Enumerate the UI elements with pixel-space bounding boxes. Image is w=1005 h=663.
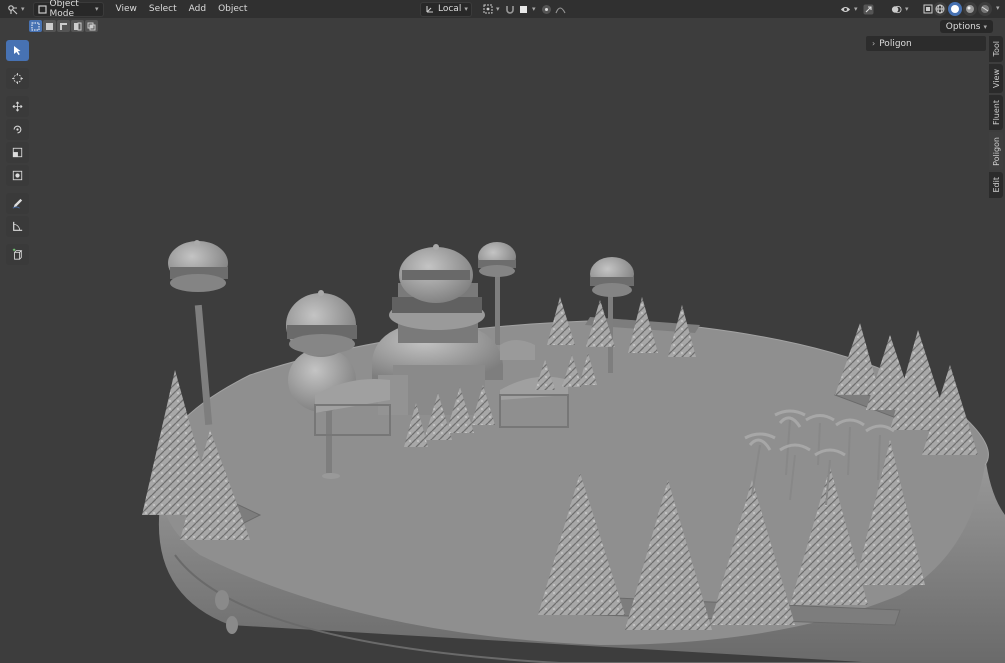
cursor-tool[interactable]	[6, 68, 29, 89]
tab-tool[interactable]: Tool	[989, 36, 1003, 62]
tool-settings-bar: Options ▾	[0, 18, 1005, 35]
measure-tool[interactable]	[6, 216, 29, 237]
tab-label: Fluent	[991, 99, 1001, 125]
scale-tool[interactable]	[6, 142, 29, 163]
material-shading-button[interactable]	[963, 2, 977, 16]
eye-icon	[840, 4, 851, 15]
pencil-icon	[12, 198, 23, 209]
snap-target-dropdown[interactable]: ▾	[514, 2, 540, 17]
mode-label: Object Mode	[49, 0, 79, 19]
transform-tool[interactable]	[6, 165, 29, 186]
tab-label: Poligon	[991, 136, 1001, 166]
chevron-down-icon: ▾	[95, 5, 99, 13]
shading-mode-group: ▾	[933, 2, 1000, 16]
rendered-sphere-icon	[980, 4, 991, 15]
options-label: Options	[945, 21, 981, 32]
object-mode-icon	[37, 4, 47, 15]
tab-poligon[interactable]: Poligon	[989, 131, 1003, 171]
select-invert-button[interactable]	[71, 20, 84, 32]
move-tool[interactable]	[6, 96, 29, 117]
wireframe-shading-button[interactable]	[933, 2, 947, 16]
tab-label: View	[991, 68, 1001, 88]
viewport-3d-scene[interactable]	[0, 35, 1005, 663]
menu-add[interactable]: Add	[183, 2, 212, 17]
pivot-icon	[482, 4, 493, 15]
select-new-button[interactable]	[29, 20, 42, 32]
solid-sphere-icon	[950, 4, 961, 15]
viewport-header: ▾ Object Mode ▾ View Select Add Object L…	[0, 0, 1005, 19]
falloff-dropdown[interactable]	[551, 2, 570, 17]
tool-shelf	[6, 40, 31, 265]
menu-view[interactable]: View	[110, 2, 143, 17]
options-dropdown[interactable]: Options ▾	[939, 20, 993, 33]
tab-label: Tool	[991, 41, 1001, 57]
editor-type-button[interactable]: ▾	[3, 2, 29, 17]
cursor-arrow-icon	[12, 45, 23, 56]
transform-icon	[12, 170, 23, 181]
ruler-icon	[12, 221, 23, 232]
xray-icon	[922, 4, 933, 15]
visibility-dropdown[interactable]: ▾	[836, 2, 862, 17]
menu-select[interactable]: Select	[143, 2, 183, 17]
orientation-icon	[425, 4, 435, 15]
overlays-icon	[891, 4, 902, 15]
chevron-down-icon: ▾	[21, 5, 25, 13]
viewport-editor-icon	[7, 4, 18, 15]
falloff-curve-icon	[555, 4, 566, 15]
transform-orientation-dropdown[interactable]: Local ▾	[420, 1, 472, 17]
select-box-tool[interactable]	[6, 40, 29, 61]
select-extend-button[interactable]	[43, 20, 56, 32]
select-invert-icon	[72, 21, 83, 32]
solid-shading-button[interactable]	[948, 2, 962, 16]
wireframe-sphere-icon	[935, 4, 946, 15]
chevron-right-icon: ›	[872, 39, 876, 48]
chevron-down-icon: ▾	[905, 5, 909, 13]
chevron-down-icon: ▾	[496, 5, 500, 13]
scale-icon	[12, 147, 23, 158]
menu-object[interactable]: Object	[212, 2, 253, 17]
gizmo-icon	[863, 4, 874, 15]
material-sphere-icon	[965, 4, 976, 15]
gizmo-toggle[interactable]	[859, 2, 878, 17]
add-cube-tool[interactable]	[6, 244, 29, 265]
sidebar-tabs: Tool View Fluent Poligon Edit	[989, 36, 1003, 198]
poligon-panel-header[interactable]: › Poligon	[866, 36, 986, 51]
panel-title: Poligon	[879, 38, 912, 49]
select-subtract-icon	[58, 21, 69, 32]
rotate-tool[interactable]	[6, 119, 29, 140]
snap-increment-icon	[518, 4, 529, 15]
3d-cursor-icon	[12, 73, 23, 84]
chevron-down-icon: ▾	[983, 22, 987, 31]
chevron-down-icon: ▾	[532, 5, 536, 13]
select-subtract-button[interactable]	[57, 20, 70, 32]
select-extend-icon	[44, 21, 55, 32]
move-arrows-icon	[12, 101, 23, 112]
chevron-down-icon[interactable]: ▾	[996, 4, 1000, 16]
chevron-down-icon: ▾	[854, 5, 858, 13]
tab-fluent[interactable]: Fluent	[989, 94, 1003, 130]
select-intersect-icon	[86, 21, 97, 32]
selection-mode-group	[29, 20, 98, 32]
tab-edit[interactable]: Edit	[989, 172, 1003, 198]
annotate-tool[interactable]	[6, 193, 29, 214]
chevron-down-icon: ▾	[464, 5, 468, 13]
rendered-shading-button[interactable]	[978, 2, 992, 16]
mode-dropdown[interactable]: Object Mode ▾	[32, 0, 104, 19]
tab-view[interactable]: View	[989, 63, 1003, 93]
tab-label: Edit	[991, 177, 1001, 193]
orientation-label: Local	[438, 4, 462, 14]
rotate-icon	[12, 124, 23, 135]
overlays-toggle[interactable]: ▾	[887, 2, 913, 17]
select-set-icon	[30, 21, 41, 32]
select-intersect-button[interactable]	[85, 20, 98, 32]
add-cube-icon	[12, 248, 23, 260]
